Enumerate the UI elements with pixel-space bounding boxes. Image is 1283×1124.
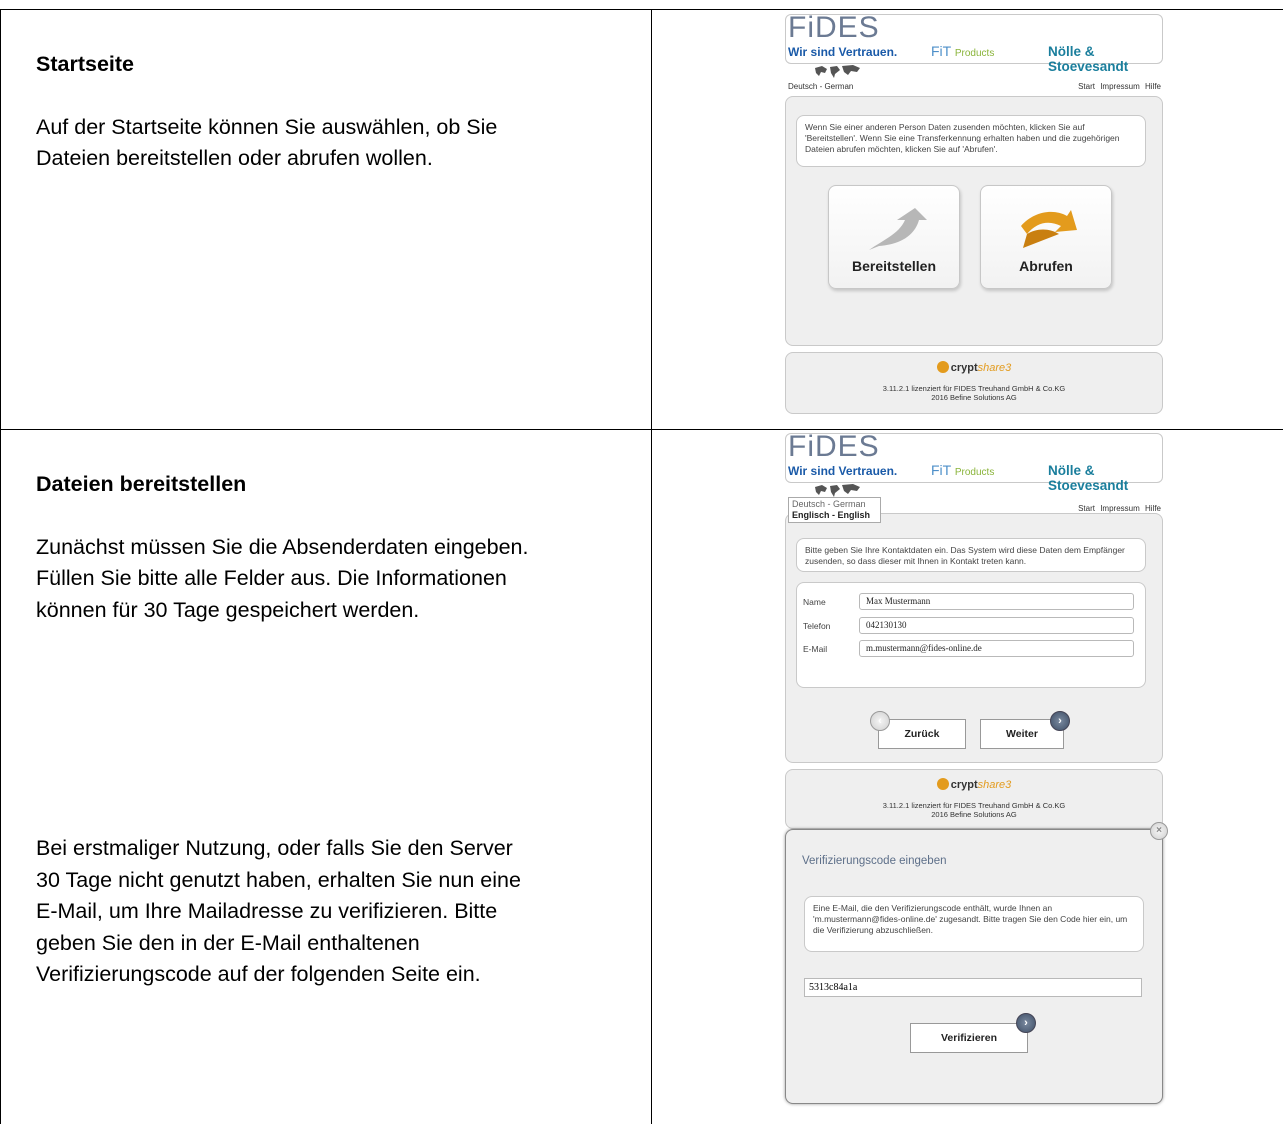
language-dropdown[interactable]: Deutsch - German Englisch - English (788, 497, 881, 523)
text-line: Bei erstmaliger Nutzung, oder falls Sie … (36, 836, 513, 860)
table-column-divider (651, 9, 652, 1124)
bereitstellen-label: Bereitstellen (851, 258, 937, 274)
text-line: können für 30 Tage gespeichert werden. (36, 597, 420, 622)
world-map-icon[interactable] (813, 64, 863, 80)
noelle-logo: Nölle & Stoevesandt (1048, 463, 1129, 493)
logo-share: share3 (977, 362, 1012, 374)
lang-option-german[interactable]: Deutsch - German (792, 499, 877, 510)
footer-line: 2016 Befine Solutions AG (931, 810, 1017, 819)
text-line: Zunächst müssen Sie die Absenderdaten ei… (36, 534, 529, 559)
name-field[interactable]: Max Mustermann (859, 593, 1134, 610)
text-line: geben Sie den in der E-Mail enthaltenen (36, 930, 420, 955)
arrow-back-icon (869, 208, 927, 250)
table-border-left (0, 9, 1, 1124)
fides-logo: FiDES (788, 11, 880, 44)
main-panel: Bitte geben Sie Ihre Kontaktdaten ein. D… (785, 513, 1163, 763)
abrufen-label: Abrufen (1019, 258, 1073, 274)
cryptshare-footer: cryptshare3 3.11.2.1 lizenziert für FIDE… (785, 352, 1163, 414)
sender-form: Name Max Mustermann Telefon 042130130 E-… (796, 582, 1146, 688)
slogan: Wir sind Vertrauen. (788, 464, 898, 478)
verify-info-box: Eine E-Mail, die den Verifizierungscode … (804, 896, 1144, 952)
fit-label: FiT (931, 462, 951, 478)
footer-line: 3.11.2.1 lizenziert für FIDES Treuhand G… (882, 800, 1066, 810)
email-label: E-Mail (803, 644, 828, 654)
abrufen-button[interactable]: Abrufen (980, 185, 1112, 289)
products-label: Products (954, 48, 995, 59)
back-button[interactable]: Zurück (878, 719, 966, 749)
close-icon[interactable]: × (1150, 822, 1168, 840)
table-row-divider (0, 429, 1283, 430)
cryptshare-footer: cryptshare3 3.11.2.1 lizenziert für FIDE… (785, 769, 1163, 829)
top-links[interactable]: Start Impressum Hilfe (1078, 504, 1161, 513)
section-heading: Dateien bereitstellen (36, 472, 247, 496)
text-line: E-Mail, um Ihre Mailadresse zu verifizie… (36, 899, 498, 923)
text-line: Auf der Startseite können Sie auswählen,… (36, 114, 498, 139)
noelle-logo: Nölle & Stoevesandt (1048, 44, 1129, 74)
text-line: Füllen Sie bitte alle Felder aus. Die In… (36, 566, 507, 590)
language-selector[interactable]: Deutsch - German (788, 82, 853, 91)
back-arrow-icon[interactable]: ‹ (870, 711, 890, 731)
fit-products-logo: FiT Products (931, 462, 994, 478)
main-panel: Wenn Sie einer anderen Person Daten zuse… (785, 96, 1163, 346)
start-page-screenshot: FiDES Wir sind Vertrauen. FiT Products N… (785, 11, 1163, 414)
text-line: Verifizierungscode auf der folgenden Sei… (36, 962, 481, 986)
fides-logo: FiDES (788, 430, 880, 463)
text-line: Dateien bereitstellen oder abrufen wolle… (36, 146, 433, 170)
sender-info-box: Bitte geben Sie Ihre Kontaktdaten ein. D… (796, 538, 1146, 572)
name-label: Name (803, 597, 826, 607)
section-startseite-text: Startseite Auf der Startseite können Sie… (36, 49, 646, 175)
text-line: 30 Tage nicht genutzt haben, erhalten Si… (36, 867, 521, 892)
fit-products-logo: FiT Products (931, 43, 994, 59)
section-bereitstellen-text: Dateien bereitstellen Zunächst müssen Si… (36, 469, 646, 626)
section-verifizierung-text: Bei erstmaliger Nutzung, oder falls Sie … (36, 833, 646, 991)
verify-button[interactable]: Verifizieren (910, 1023, 1028, 1053)
cryptshare-logo: cryptshare3 (786, 361, 1162, 374)
start-info-box: Wenn Sie einer anderen Person Daten zuse… (796, 115, 1146, 167)
lang-option-english[interactable]: Englisch - English (792, 510, 877, 521)
brand-header: FiDES Wir sind Vertrauen. FiT Products N… (785, 11, 1163, 74)
section-heading: Startseite (36, 52, 134, 76)
verify-arrow-icon[interactable]: › (1016, 1013, 1036, 1033)
footer-line: 3.11.2.1 lizenziert für FIDES Treuhand G… (882, 383, 1066, 393)
logo-share: share3 (977, 779, 1012, 791)
top-links[interactable]: Start Impressum Hilfe (1078, 82, 1161, 91)
cryptshare-logo: cryptshare3 (786, 778, 1162, 791)
sender-page-screenshot: FiDES Wir sind Vertrauen. FiT Products N… (785, 430, 1163, 829)
table-border-top (0, 9, 1283, 10)
email-field[interactable]: m.mustermann@fides-online.de (859, 640, 1134, 657)
dialog-title: Verifizierungscode eingeben (802, 855, 947, 867)
brand-header: FiDES Wir sind Vertrauen. FiT Products N… (785, 430, 1163, 493)
phone-field[interactable]: 042130130 (859, 617, 1134, 634)
footer-line: 2016 Befine Solutions AG (931, 393, 1017, 402)
slogan: Wir sind Vertrauen. (788, 45, 898, 59)
next-arrow-icon[interactable]: › (1050, 711, 1070, 731)
logo-crypt: crypt (950, 362, 978, 374)
logo-crypt: crypt (950, 779, 978, 791)
products-label: Products (954, 467, 995, 478)
arrow-forward-icon (1021, 210, 1077, 248)
fit-label: FiT (931, 43, 951, 59)
verification-dialog: × Verifizierungscode eingeben Eine E-Mai… (785, 822, 1168, 1104)
verification-code-input[interactable]: 5313c84a1a (804, 978, 1142, 997)
phone-label: Telefon (803, 621, 831, 631)
bereitstellen-button[interactable]: Bereitstellen (828, 185, 960, 289)
